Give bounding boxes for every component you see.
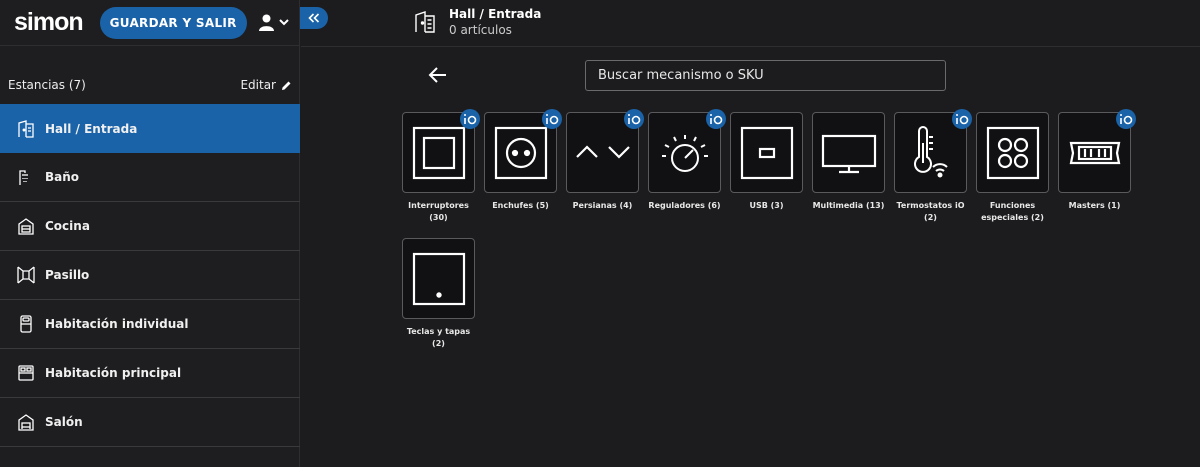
category-card-enchufes[interactable]: Enchufes (5)	[484, 109, 562, 212]
corridor-icon	[16, 265, 36, 285]
category-card-persianas[interactable]: Persianas (4)	[566, 109, 644, 212]
key-cover-icon	[412, 252, 465, 305]
category-tile[interactable]	[812, 112, 885, 193]
io-badge	[706, 109, 726, 129]
room-item-habitacion-principal[interactable]: Habitación principal	[0, 349, 300, 398]
room-item-salon[interactable]: Salón	[0, 398, 300, 447]
io-icon	[710, 114, 723, 125]
top-bar: simon GUARDAR Y SALIR	[0, 0, 299, 46]
single-bed-icon	[16, 314, 36, 334]
io-badge	[952, 109, 972, 129]
room-label: Cocina	[45, 219, 90, 233]
category-tile[interactable]	[402, 238, 475, 319]
category-tile[interactable]	[648, 109, 726, 193]
category-card-reguladores[interactable]: Reguladores (6)	[648, 109, 726, 212]
category-tile[interactable]	[1058, 109, 1136, 193]
room-item-pasillo[interactable]: Pasillo	[0, 251, 300, 300]
thermostat-icon	[913, 125, 948, 177]
room-title: Hall / Entrada	[449, 7, 542, 21]
kitchen-icon	[16, 216, 36, 236]
category-label: Reguladores (6)	[648, 201, 721, 210]
room-label: Salón	[45, 415, 83, 429]
usb-icon	[740, 126, 793, 179]
dimmer-icon	[661, 134, 708, 172]
io-icon	[1120, 114, 1133, 125]
shower-icon	[16, 167, 36, 187]
room-item-bano[interactable]: Baño	[0, 153, 300, 202]
chevron-down-icon	[278, 19, 289, 26]
masters-icon	[1069, 141, 1120, 164]
category-label: Termostatos iO (2)	[896, 201, 965, 222]
room-item-habitacion-individual[interactable]: Habitación individual	[0, 300, 300, 349]
io-badge	[1116, 109, 1136, 129]
room-header: Hall / Entrada 0 artículos	[414, 7, 541, 37]
category-tile[interactable]	[976, 112, 1049, 193]
category-tile[interactable]	[566, 109, 644, 193]
io-badge	[542, 109, 562, 129]
category-label: Enchufes (5)	[492, 201, 549, 210]
io-icon	[628, 114, 641, 125]
rooms-title: Estancias (7)	[8, 78, 86, 92]
category-tile[interactable]	[484, 109, 562, 193]
io-icon	[464, 114, 477, 125]
category-tile[interactable]	[402, 109, 480, 193]
category-tile[interactable]	[730, 112, 803, 193]
item-count: 0 artículos	[449, 23, 512, 37]
category-card-usb[interactable]: USB (3)	[730, 112, 803, 212]
room-label: Habitación principal	[45, 366, 182, 380]
double-bed-icon	[16, 363, 36, 383]
category-card-masters[interactable]: Masters (1)	[1058, 109, 1136, 212]
category-label: Persianas (4)	[572, 201, 633, 210]
special-functions-icon	[986, 126, 1039, 179]
blinds-icon	[575, 144, 630, 159]
room-label: Baño	[45, 170, 80, 184]
room-item-hall[interactable]: Hall / Entrada	[0, 104, 300, 153]
category-label: USB (3)	[749, 201, 784, 210]
arrow-left-icon	[428, 67, 446, 83]
category-card-interruptores[interactable]: Interruptores (30)	[402, 109, 480, 224]
room-item-cocina[interactable]: Cocina	[0, 202, 300, 251]
edit-rooms-button[interactable]: Editar	[240, 78, 292, 92]
category-tile[interactable]	[894, 109, 972, 193]
io-badge	[460, 109, 480, 129]
living-room-icon	[16, 412, 36, 432]
category-card-teclas-tapas[interactable]: Teclas y tapas (2)	[402, 238, 475, 350]
rooms-list: Hall / Entrada Baño Cocina Pasillo Habit…	[0, 104, 300, 447]
io-icon	[546, 114, 559, 125]
category-label: Masters (1)	[1068, 201, 1121, 210]
save-and-exit-button[interactable]: GUARDAR Y SALIR	[99, 6, 247, 39]
hall-icon	[415, 11, 435, 33]
hall-icon	[16, 119, 36, 139]
room-label: Habitación individual	[45, 317, 189, 331]
category-card-termostatos[interactable]: Termostatos iO (2)	[894, 109, 972, 224]
rooms-header: Estancias (7) Editar	[0, 78, 300, 92]
simon-logo: simon	[14, 8, 84, 36]
category-label: Interruptores (30)	[408, 201, 469, 222]
io-icon	[956, 114, 969, 125]
sidebar: simon GUARDAR Y SALIR Estancias (7) Edit…	[0, 0, 300, 467]
pencil-icon	[282, 81, 291, 90]
tv-icon	[821, 134, 876, 173]
room-label: Hall / Entrada	[45, 121, 138, 136]
io-badge	[624, 109, 644, 129]
category-label: Multimedia (13)	[812, 201, 885, 210]
switch-icon	[412, 126, 465, 179]
back-button[interactable]	[428, 66, 448, 88]
edit-label: Editar	[240, 78, 276, 92]
socket-icon	[494, 126, 547, 179]
category-label: Funciones especiales (2)	[981, 201, 1044, 222]
category-label: Teclas y tapas (2)	[406, 327, 471, 348]
room-label: Pasillo	[45, 268, 90, 282]
category-card-multimedia[interactable]: Multimedia (13)	[812, 112, 885, 212]
search-input[interactable]	[585, 60, 946, 91]
user-icon	[258, 14, 274, 31]
user-menu[interactable]	[258, 14, 289, 31]
category-card-funciones-especiales[interactable]: Funciones especiales (2)	[976, 112, 1049, 224]
